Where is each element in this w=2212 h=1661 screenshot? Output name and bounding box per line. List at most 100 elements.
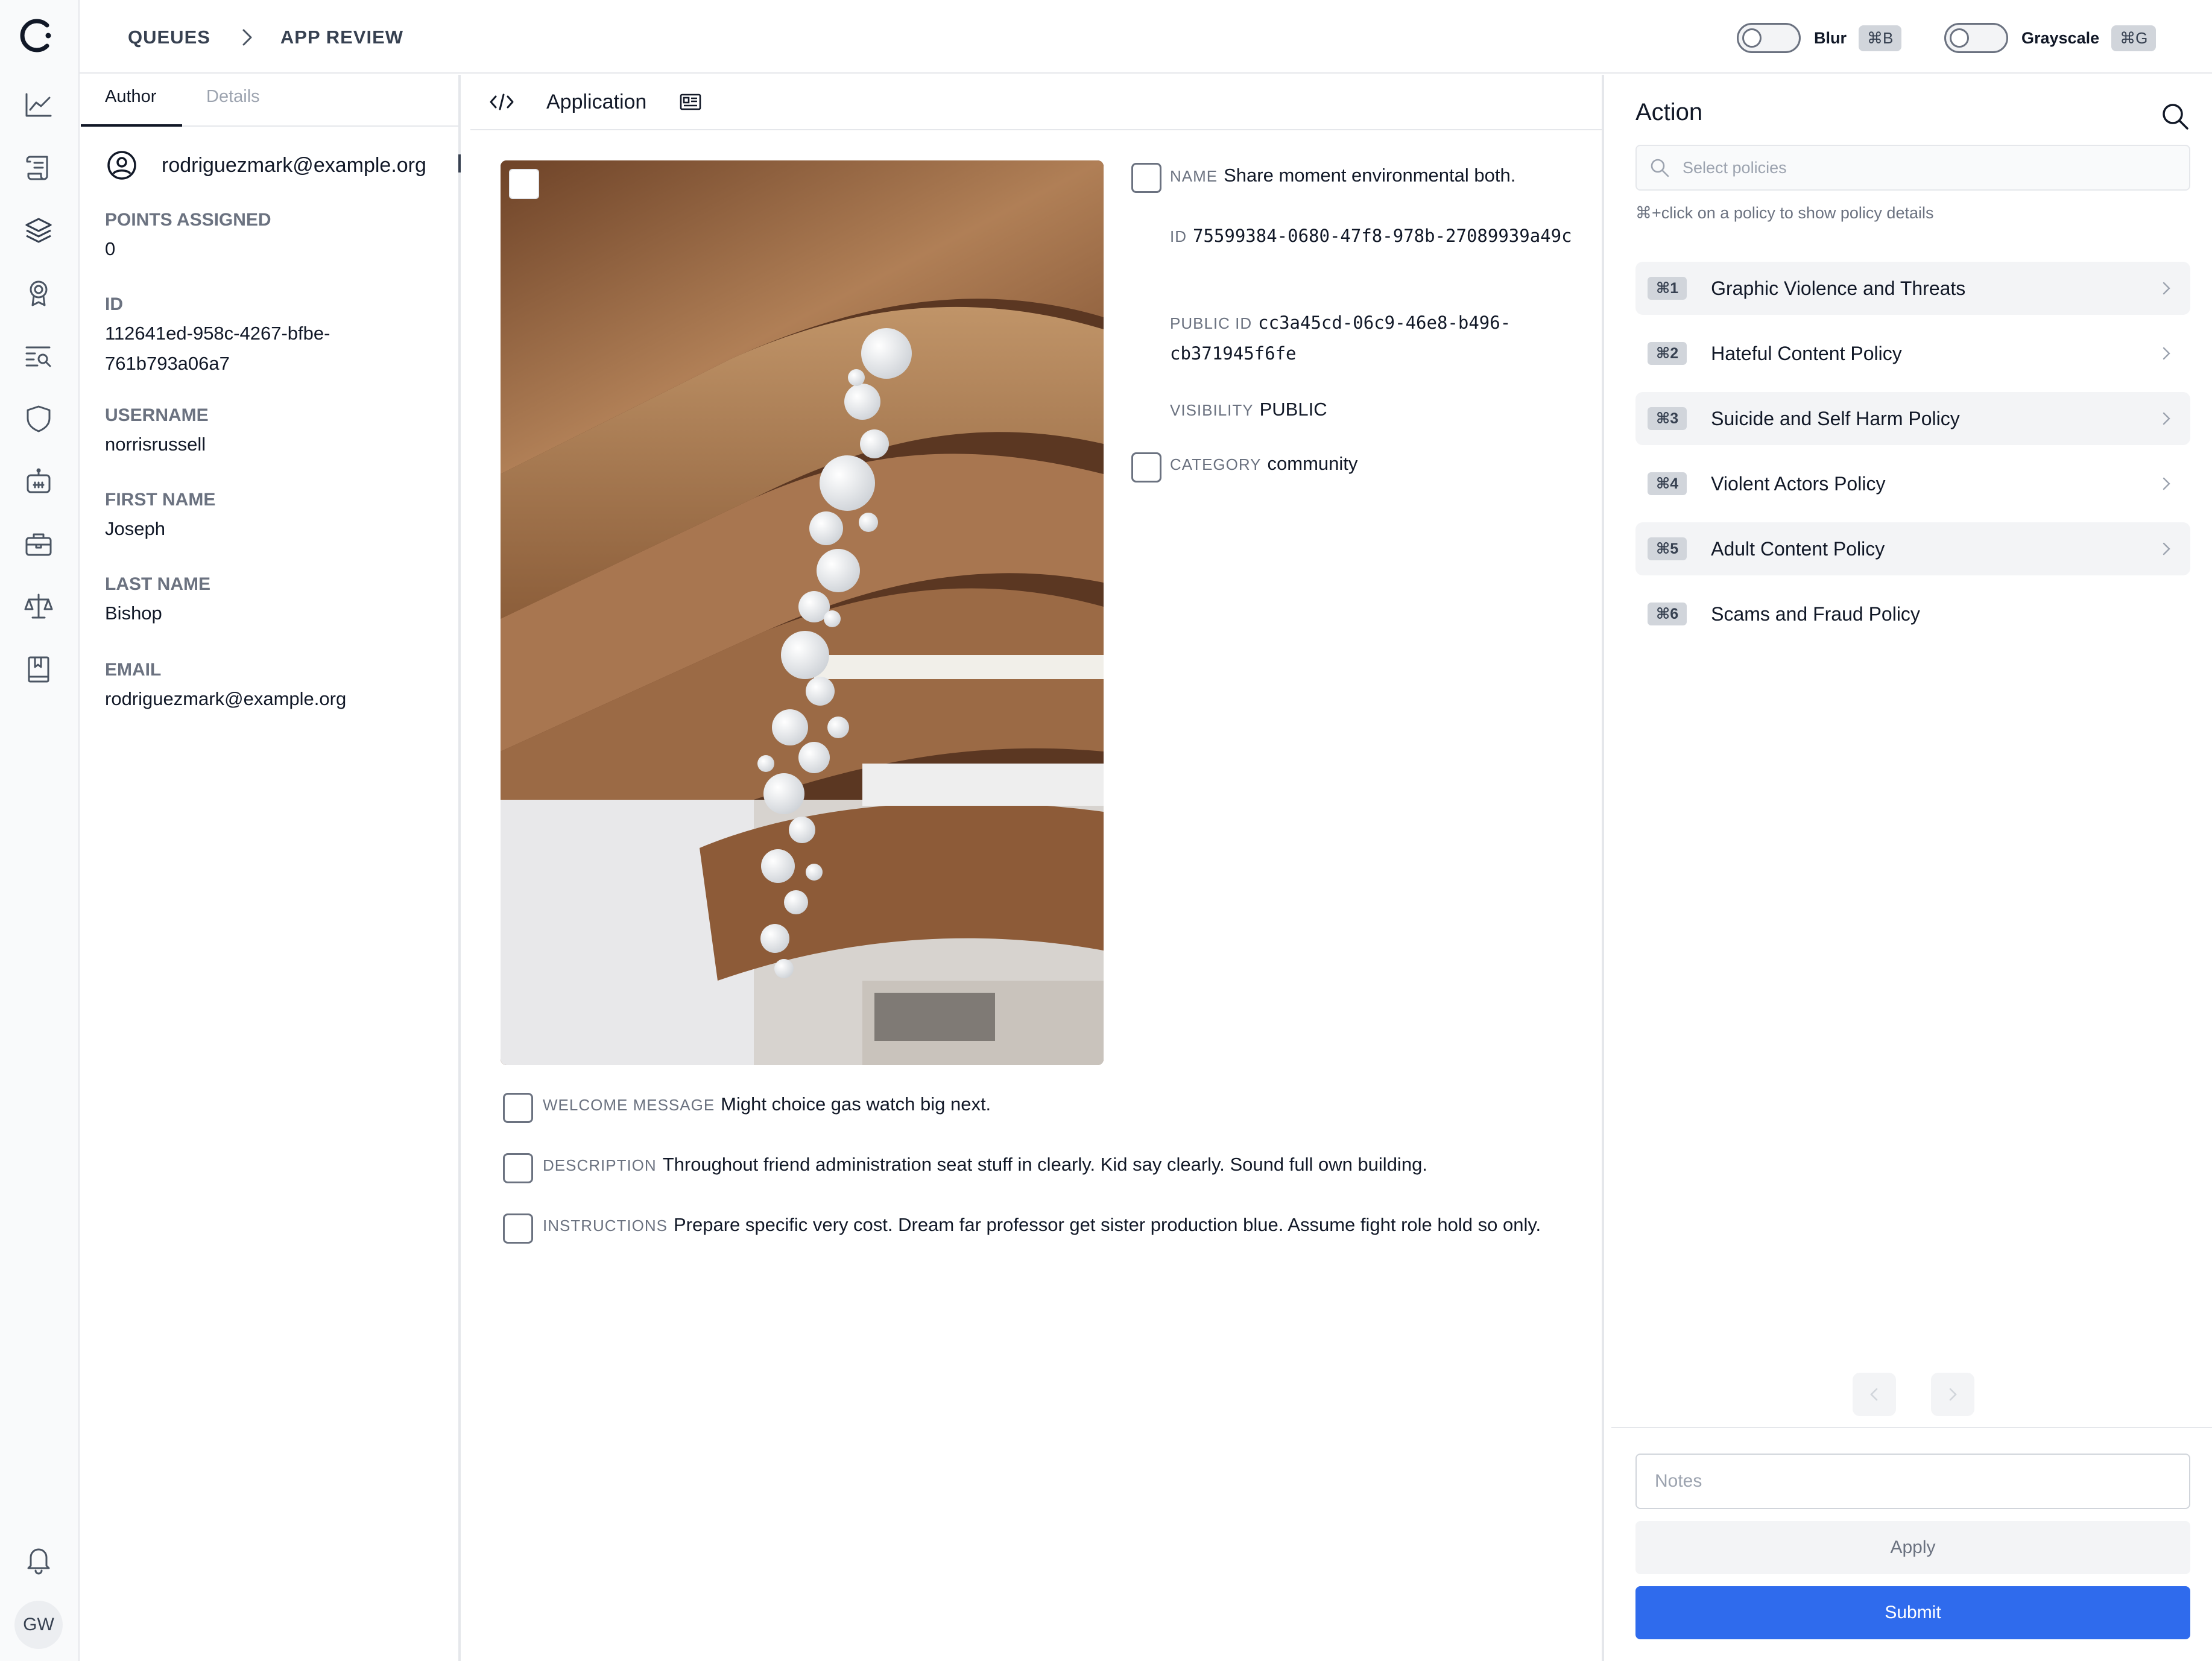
prop-description: DESCRIPTION Throughout friend administrat… — [543, 1150, 1427, 1180]
scroll-icon[interactable] — [21, 150, 57, 186]
logo-icon[interactable] — [18, 16, 58, 55]
policy-search-box[interactable] — [1635, 145, 2190, 191]
grayscale-label: Grayscale — [2021, 28, 2100, 47]
policy-search-input[interactable] — [1683, 158, 2165, 177]
prop-value: Might choice gas watch big next. — [721, 1093, 991, 1115]
policy-label: Graphic Violence and Threats — [1711, 277, 1966, 299]
prop-value: Throughout friend administration seat st… — [662, 1154, 1427, 1175]
grayscale-toggle[interactable] — [1944, 23, 2008, 53]
tab-author[interactable]: Author — [105, 87, 156, 107]
toggle-knob — [1742, 28, 1762, 48]
field-value: Bishop — [105, 603, 162, 624]
policy-label: Scams and Fraud Policy — [1711, 603, 1920, 625]
field-label: POINTS ASSIGNED — [105, 210, 271, 230]
chevron-right-icon — [2163, 542, 2170, 555]
chevron-right-icon — [2163, 347, 2170, 360]
field-label: LAST NAME — [105, 574, 210, 594]
award-icon[interactable] — [21, 275, 57, 311]
code-icon[interactable] — [488, 89, 515, 115]
instructions-checkbox[interactable] — [503, 1213, 533, 1244]
policy-item-adult-content[interactable]: ⌘5 Adult Content Policy — [1635, 522, 2190, 575]
application-panel: Application NAME Share moment environmen… — [470, 75, 1604, 1661]
policy-item-hateful-content[interactable]: ⌘2 Hateful Content Policy — [1635, 327, 2190, 380]
prev-page-button[interactable] — [1853, 1373, 1896, 1416]
breadcrumb: QUEUES APP REVIEW — [128, 25, 403, 49]
search-list-icon[interactable] — [21, 338, 57, 374]
prop-label: CATEGORY — [1170, 455, 1262, 473]
scale-icon[interactable] — [21, 589, 57, 625]
prop-label: WELCOME MESSAGE — [543, 1096, 715, 1114]
welcome-message-checkbox[interactable] — [503, 1093, 533, 1123]
grayscale-toggle-group: Grayscale ⌘G — [1944, 23, 2157, 53]
blur-label: Blur — [1814, 28, 1847, 47]
blur-toggle[interactable] — [1737, 23, 1801, 53]
policy-shortcut: ⌘3 — [1648, 407, 1687, 430]
prop-value: Prepare specific very cost. Dream far pr… — [674, 1214, 1541, 1235]
policy-item-graphic-violence[interactable]: ⌘1 Graphic Violence and Threats — [1635, 262, 2190, 315]
action-panel: Action ⌘+click on a policy to show polic… — [1611, 75, 2212, 1661]
prop-label: PUBLIC ID — [1170, 314, 1253, 332]
prop-value: community — [1267, 453, 1358, 474]
field-label: ID — [105, 294, 123, 314]
breadcrumb-item-app-review: APP REVIEW — [280, 27, 404, 48]
chevron-right-icon — [1949, 1388, 1957, 1401]
prop-visibility: VISIBILITY PUBLIC — [1170, 394, 1327, 425]
field-email: EMAIL rodriguezmark@example.org — [105, 660, 443, 714]
chevron-right-icon — [2163, 412, 2170, 425]
policy-label: Hateful Content Policy — [1711, 342, 1902, 364]
layers-icon[interactable] — [21, 212, 57, 248]
breadcrumb-item-queues[interactable]: QUEUES — [128, 27, 210, 48]
prop-label: DESCRIPTION — [543, 1156, 657, 1174]
submit-button[interactable]: Submit — [1635, 1586, 2190, 1639]
policy-item-violent-actors[interactable]: ⌘4 Violent Actors Policy — [1635, 457, 2190, 510]
bell-icon[interactable] — [21, 1542, 57, 1578]
field-label: FIRST NAME — [105, 490, 216, 510]
search-icon — [1651, 159, 1669, 177]
field-value: 112641ed-958c-4267-bfbe-761b793a06a7 — [105, 323, 330, 374]
policy-item-suicide-self-harm[interactable]: ⌘3 Suicide and Self Harm Policy — [1635, 392, 2190, 445]
apply-button[interactable]: Apply — [1635, 1521, 2190, 1574]
avatar[interactable]: GW — [14, 1601, 63, 1649]
field-value: rodriguezmark@example.org — [105, 688, 347, 709]
prop-label: VISIBILITY — [1170, 401, 1254, 419]
shield-icon[interactable] — [21, 400, 57, 437]
briefcase-icon[interactable] — [21, 526, 57, 562]
policy-shortcut: ⌘4 — [1648, 472, 1687, 495]
name-checkbox[interactable] — [1131, 163, 1161, 193]
chart-line-icon[interactable] — [21, 87, 57, 123]
policy-shortcut: ⌘6 — [1648, 603, 1687, 625]
category-checkbox[interactable] — [1131, 452, 1161, 482]
prop-public-id: PUBLIC ID cc3a45cd-06c9-46e8-b496-cb37194… — [1170, 308, 1604, 369]
next-page-button[interactable] — [1931, 1373, 1974, 1416]
id-card-icon[interactable] — [679, 90, 702, 113]
atrium-photo — [501, 160, 1104, 1065]
field-username: USERNAME norrisrussell — [105, 405, 443, 460]
prop-id: ID 75599384-0680-47f8-978b-27089939a49c — [1170, 221, 1604, 252]
chevron-right-icon — [242, 29, 252, 46]
field-points-assigned: POINTS ASSIGNED 0 — [105, 210, 443, 264]
prop-welcome-message: WELCOME MESSAGE Might choice gas watch bi… — [543, 1089, 991, 1120]
search-icon[interactable] — [2160, 101, 2190, 131]
prop-label: NAME — [1170, 167, 1218, 185]
policy-item-scams-fraud[interactable]: ⌘6 Scams and Fraud Policy — [1635, 587, 2190, 641]
tab-details[interactable]: Details — [206, 87, 260, 107]
divider — [1611, 1427, 2212, 1428]
application-image[interactable] — [501, 160, 1104, 1065]
field-id: ID 112641ed-958c-4267-bfbe-761b793a06a7 — [105, 294, 443, 379]
author-panel: Author Details rodriguezmark@example.org… — [81, 75, 461, 1661]
description-checkbox[interactable] — [503, 1153, 533, 1183]
chevron-right-icon — [2163, 477, 2170, 490]
image-select-checkbox[interactable] — [509, 169, 539, 199]
policy-hint: ⌘+click on a policy to show policy detai… — [1635, 204, 1934, 222]
toggle-knob — [1950, 28, 1969, 48]
field-label: EMAIL — [105, 660, 162, 680]
prop-name: NAME Share moment environmental both. — [1170, 160, 1515, 191]
prop-label: INSTRUCTIONS — [543, 1216, 668, 1235]
bookmark-book-icon[interactable] — [21, 651, 57, 688]
policy-shortcut: ⌘5 — [1648, 537, 1687, 560]
grayscale-shortcut-badge: ⌘G — [2111, 25, 2157, 51]
robot-icon[interactable] — [21, 463, 57, 499]
policy-shortcut: ⌘1 — [1648, 277, 1687, 300]
notes-input[interactable] — [1635, 1454, 2190, 1509]
field-value: Joseph — [105, 518, 165, 539]
